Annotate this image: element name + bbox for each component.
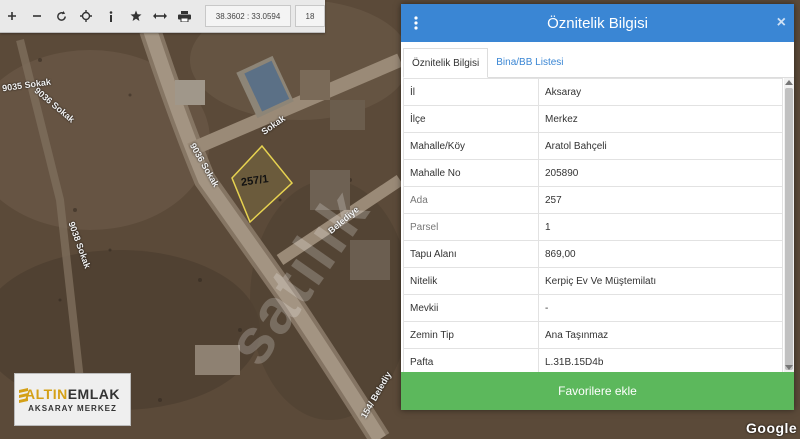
row-key: Zemin Tip: [403, 321, 539, 349]
row-key: Pafta: [403, 348, 539, 372]
row-key: Mahalle/Köy: [403, 132, 539, 160]
google-logo: Google: [746, 420, 798, 436]
scroll-down-icon[interactable]: [785, 365, 793, 370]
row-key: Parsel: [403, 213, 539, 241]
company-logo: ALTINEMLAK AKSARAY MERKEZ: [14, 373, 131, 426]
row-key: İlçe: [403, 105, 539, 133]
row-value: Ana Taşınmaz: [538, 321, 783, 349]
panel-header: Öznitelik Bilgisi ×: [401, 4, 794, 42]
row-key: Tapu Alanı: [403, 240, 539, 268]
table-row: İlçe Merkez: [403, 105, 783, 133]
attribute-panel: Öznitelik Bilgisi × Öznitelik Bilgisi Bi…: [401, 4, 794, 410]
scroll-up-icon[interactable]: [785, 80, 793, 85]
row-key: İl: [403, 78, 539, 106]
row-key: Nitelik: [403, 267, 539, 295]
print-icon[interactable]: [172, 0, 197, 32]
row-value: -: [538, 294, 783, 322]
measure-icon[interactable]: [148, 0, 173, 32]
tab-attribute-info[interactable]: Öznitelik Bilgisi: [403, 48, 489, 78]
close-icon[interactable]: ×: [777, 14, 786, 32]
table-row: Mevkii -: [403, 294, 783, 322]
logo-brand-part1: ALTIN: [25, 386, 68, 402]
attribute-table-container: İl Aksaray İlçe Merkez Mahalle/Köy Aratol B…: [403, 78, 794, 372]
panel-tabs: Öznitelik Bilgisi Bina/BB Listesi: [403, 48, 794, 78]
add-favorites-button[interactable]: Favorilere ekle: [401, 372, 794, 410]
zoom-in-icon[interactable]: [0, 0, 25, 32]
row-value: Aksaray: [538, 78, 783, 106]
row-key: Ada: [403, 186, 539, 214]
locate-icon[interactable]: [74, 0, 99, 32]
row-value: 1: [538, 213, 783, 241]
row-key: Mevkii: [403, 294, 539, 322]
row-key: Mahalle No: [403, 159, 539, 187]
logo-subtitle: AKSARAY MERKEZ: [28, 404, 117, 413]
row-value: 869,00: [538, 240, 783, 268]
table-row: Parsel 1: [403, 213, 783, 241]
table-row: Pafta L.31B.15D4b: [403, 348, 783, 372]
table-row: Mahalle/Köy Aratol Bahçeli: [403, 132, 783, 160]
panel-title: Öznitelik Bilgisi: [547, 14, 648, 32]
table-row: Nitelik Kerpiç Ev Ve Müştemilatı: [403, 267, 783, 295]
coordinate-readout: 38.3602 : 33.0594: [205, 5, 291, 27]
map-toolbar: 38.3602 : 33.0594 18: [0, 0, 325, 33]
scrollbar[interactable]: [784, 78, 794, 372]
table-row: Mahalle No 205890: [403, 159, 783, 187]
star-icon[interactable]: [123, 0, 148, 32]
zoom-level-readout: 18: [295, 5, 325, 27]
row-value: 257: [538, 186, 783, 214]
zoom-out-icon[interactable]: [25, 0, 50, 32]
table-row: İl Aksaray: [403, 78, 783, 106]
attribute-table: İl Aksaray İlçe Merkez Mahalle/Köy Aratol B…: [403, 78, 783, 372]
row-value: 205890: [538, 159, 783, 187]
row-value: L.31B.15D4b: [538, 348, 783, 372]
table-row: Ada 257: [403, 186, 783, 214]
menu-icon[interactable]: [401, 4, 431, 42]
logo-mark-icon: [19, 388, 28, 403]
table-row: Zemin Tip Ana Taşınmaz: [403, 321, 783, 349]
logo-brand-part2: EMLAK: [67, 386, 120, 402]
row-value: Kerpiç Ev Ve Müştemilatı: [538, 267, 783, 295]
logo-brand: ALTINEMLAK: [25, 386, 120, 402]
scrollbar-thumb[interactable]: [785, 88, 793, 370]
row-value: Aratol Bahçeli: [538, 132, 783, 160]
table-row: Tapu Alanı 869,00: [403, 240, 783, 268]
tab-building-list[interactable]: Bina/BB Listesi: [488, 48, 571, 77]
row-value: Merkez: [538, 105, 783, 133]
refresh-icon[interactable]: [49, 0, 74, 32]
info-icon[interactable]: [99, 0, 124, 32]
